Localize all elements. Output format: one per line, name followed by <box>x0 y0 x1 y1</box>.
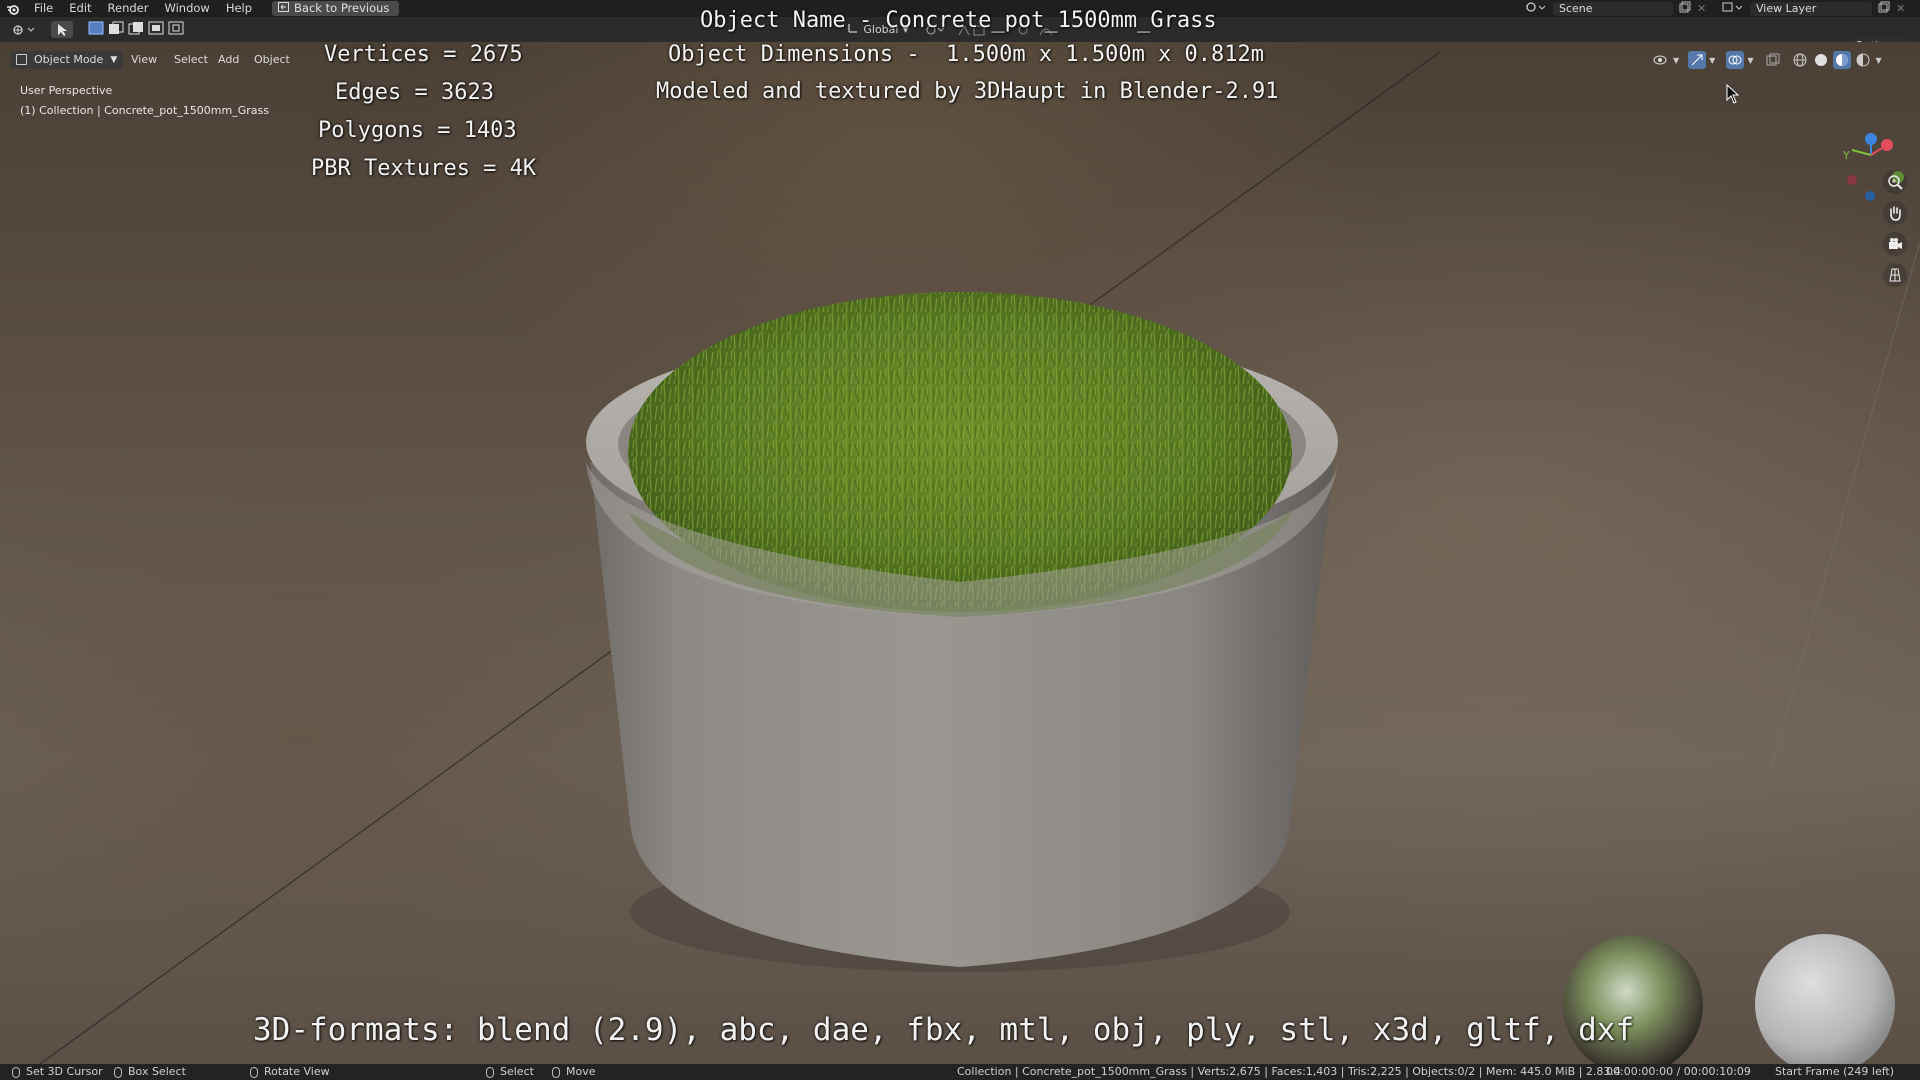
object-name-text: Object Name - Concrete_pot_1500mm_Grass <box>700 8 1217 33</box>
chevron-down-icon[interactable]: ▼ <box>1709 56 1715 65</box>
menu-file[interactable]: File <box>26 0 61 17</box>
pan-hand-icon[interactable] <box>1883 201 1907 225</box>
select-intersect-icon[interactable] <box>168 21 184 38</box>
back-icon <box>278 1 290 16</box>
overlays-toggle-icon[interactable] <box>1726 51 1745 69</box>
back-to-previous-button[interactable]: Back to Previous <box>272 1 400 16</box>
wireframe-shading-icon[interactable] <box>1791 51 1809 69</box>
scene-icon <box>1525 1 1547 16</box>
3d-viewport[interactable]: Y Object Mode ▼ View Select Add Object ▼… <box>0 42 1920 1064</box>
zoom-icon[interactable] <box>1883 170 1907 194</box>
polygons-stat: Polygons = 1403 <box>318 118 517 143</box>
rotate-view-label: Rotate View <box>264 1065 330 1078</box>
viewport-scene: Y <box>39 51 1920 1064</box>
perspective-toggle-icon[interactable] <box>1883 263 1907 287</box>
status-rotate-view: Rotate View <box>250 1064 330 1080</box>
select-invert-icon[interactable] <box>148 21 164 38</box>
material-preview-sphere <box>1755 934 1895 1064</box>
add-menu[interactable]: Add <box>211 51 246 69</box>
formats-text: 3D-formats: blend (2.9), abc, dae, fbx, … <box>253 1012 1635 1048</box>
new-view-layer-icon[interactable] <box>1878 1 1890 16</box>
select-new-icon[interactable] <box>88 21 104 38</box>
start-frame-info: Start Frame (249 left) <box>1775 1065 1895 1078</box>
new-scene-icon[interactable] <box>1679 1 1691 16</box>
chevron-down-icon[interactable]: ▼ <box>1747 56 1753 65</box>
object-menu[interactable]: Object <box>247 51 297 69</box>
gizmo-z-axis[interactable] <box>1865 133 1877 145</box>
select-tool-icon[interactable] <box>51 21 73 38</box>
playback-time: 00:00:00:00 / 00:00:10:09 <box>1606 1065 1751 1078</box>
select-label: Select <box>500 1065 534 1078</box>
status-box-select: Box Select <box>114 1064 186 1080</box>
view-layer-icon <box>1722 1 1744 16</box>
box-select-label: Box Select <box>128 1065 186 1078</box>
select-extend-icon[interactable] <box>108 21 124 38</box>
object-mode-icon <box>16 54 27 65</box>
scene-name-field[interactable]: Scene <box>1553 1 1673 16</box>
scene-selector[interactable]: Scene ✕ <box>1525 0 1706 17</box>
mouse-cursor-icon <box>1726 83 1740 108</box>
menu-window[interactable]: Window <box>156 0 217 17</box>
status-move: Move <box>552 1064 596 1080</box>
move-label: Move <box>566 1065 596 1078</box>
edges-stat: Edges = 3623 <box>335 80 494 105</box>
menu-edit[interactable]: Edit <box>61 0 99 17</box>
view-layer-name-field[interactable]: View Layer <box>1750 1 1872 16</box>
xray-toggle-icon[interactable] <box>1764 51 1782 69</box>
menu-render[interactable]: Render <box>100 0 157 17</box>
solid-shading-icon[interactable] <box>1812 51 1830 69</box>
menu-help[interactable]: Help <box>218 0 260 17</box>
mouse-right-icon <box>486 1066 494 1078</box>
visibility-icon[interactable] <box>1652 51 1670 69</box>
delete-scene-icon[interactable]: ✕ <box>1697 2 1706 15</box>
delete-view-layer-icon[interactable]: ✕ <box>1896 2 1905 15</box>
rendered-shading-icon[interactable] <box>1854 51 1872 69</box>
perspective-label: User Perspective <box>20 84 113 97</box>
view-menu[interactable]: View <box>124 51 164 69</box>
camera-view-icon[interactable] <box>1883 232 1907 256</box>
mouse-drag-icon <box>114 1066 122 1078</box>
gizmo-z-neg[interactable] <box>1865 191 1875 201</box>
status-set-cursor: Set 3D Cursor <box>12 1064 103 1080</box>
gizmo-x-axis[interactable] <box>1881 139 1893 151</box>
status-select: Select <box>486 1064 534 1080</box>
object-dimensions-text: Object Dimensions - 1.500m x 1.500m x 0.… <box>668 42 1265 67</box>
material-preview-shading-icon[interactable] <box>1833 51 1852 69</box>
gizmo-y-label: Y <box>1842 149 1850 162</box>
mouse-drag-right-icon <box>552 1066 560 1078</box>
chevron-down-icon: ▼ <box>110 55 118 65</box>
view-layer-selector[interactable]: View Layer ✕ <box>1722 0 1905 17</box>
mouse-middle-icon <box>250 1066 258 1078</box>
gizmo-toggle-icon[interactable] <box>1688 51 1707 69</box>
scene-statistics: Collection | Concrete_pot_1500mm_Grass |… <box>957 1065 1621 1078</box>
mouse-left-icon <box>12 1066 20 1078</box>
modeled-by-text: Modeled and textured by 3DHaupt in Blend… <box>656 79 1279 104</box>
select-subtract-icon[interactable] <box>128 21 144 38</box>
selection-mode-group <box>88 21 184 38</box>
object-mode-dropdown[interactable]: Object Mode ▼ <box>10 51 124 69</box>
set-cursor-label: Set 3D Cursor <box>26 1065 103 1078</box>
chevron-down-icon[interactable]: ▼ <box>1673 56 1679 65</box>
status-bar: Set 3D Cursor Box Select Rotate View Sel… <box>0 1064 1920 1080</box>
gizmo-x-neg[interactable] <box>1847 175 1857 185</box>
viewport-shading-bar: ▼ ▼ ▼ ▼ <box>1652 50 1882 70</box>
select-menu[interactable]: Select <box>167 51 215 69</box>
back-to-previous-label: Back to Previous <box>294 1 390 15</box>
blender-logo-icon[interactable] <box>0 0 26 17</box>
grid-line <box>1769 241 1920 773</box>
collection-label: (1) Collection | Concrete_pot_1500mm_Gra… <box>20 104 269 117</box>
pbr-textures-stat: PBR Textures = 4K <box>311 156 537 181</box>
chevron-down-icon[interactable]: ▼ <box>1875 56 1881 65</box>
editor-type-icon[interactable] <box>10 21 38 38</box>
vertices-stat: Vertices = 2675 <box>324 42 523 67</box>
object-mode-label: Object Mode <box>34 53 104 66</box>
